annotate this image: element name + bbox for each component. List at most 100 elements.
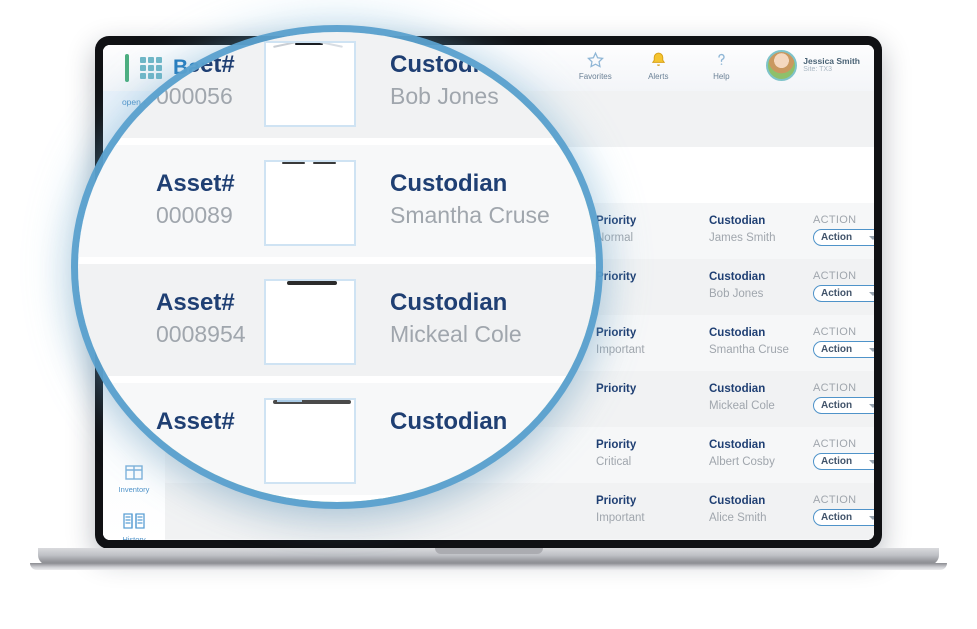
custodian-cell: Custodian Smantha Cruse: [709, 326, 789, 358]
chevron-down-icon: [869, 403, 874, 408]
action-label: ACTION: [813, 494, 857, 506]
asset-label: Asset#: [156, 289, 235, 316]
custodian-cell: Custodian Albert Cosby: [709, 438, 775, 470]
user-profile[interactable]: Jessica Smith Site: TX3: [761, 50, 860, 81]
asset-cell: Asset# 000056: [156, 49, 235, 114]
action-cell: ACTION Action: [813, 438, 874, 470]
action-dropdown-value: Action: [821, 512, 853, 523]
sidebar-label-history: History: [122, 535, 146, 540]
custodian-cell: Custodian Bob Jones: [709, 270, 765, 302]
custodian-label: Custodian: [390, 51, 508, 78]
asset-cell: Asset# 000089: [156, 168, 235, 233]
action-cell: ACTION Action: [813, 270, 874, 302]
asset-cell: Asset# 0008954: [156, 287, 246, 352]
magnified-row[interactable]: Asset# Custodian: [78, 383, 596, 495]
action-label: ACTION: [813, 326, 857, 338]
top-navigation: Favorites Alerts: [572, 50, 860, 81]
action-cell: ACTION Action: [813, 494, 874, 526]
priority-cell: Priority Critical: [596, 438, 636, 470]
priority-value: Normal: [596, 231, 634, 244]
custodian-label: Custodian: [709, 271, 766, 283]
custodian-label: Custodian: [709, 383, 766, 395]
sidebar-item-history[interactable]: History: [103, 509, 165, 540]
custodian-label: Custodian: [390, 408, 508, 435]
custodian-value: Bob Jones: [390, 83, 499, 110]
custodian-value: Smantha Cruse: [390, 202, 550, 229]
avatar: [766, 50, 798, 81]
priority-cell: Priority: [596, 270, 636, 286]
nav-item-alerts[interactable]: Alerts: [635, 50, 681, 81]
profile-subtitle: Site: TX3: [803, 66, 832, 74]
action-label: ACTION: [813, 438, 857, 450]
asset-thumbnail[interactable]: [264, 398, 356, 484]
asset-thumbnail[interactable]: [264, 160, 356, 246]
action-label: ACTION: [813, 270, 857, 282]
action-dropdown[interactable]: Action: [813, 285, 874, 302]
action-dropdown[interactable]: Action: [813, 509, 874, 526]
priority-label: Priority: [596, 495, 637, 507]
page-stage: Barc Favorites: [0, 0, 977, 629]
custodian-value: James Smith: [709, 231, 776, 244]
action-dropdown[interactable]: Action: [813, 397, 874, 414]
action-dropdown-value: Action: [821, 400, 853, 411]
custodian-label: Custodian: [709, 495, 766, 507]
action-cell: ACTION Action: [813, 382, 874, 414]
magnified-row[interactable]: Asset# 000089 Custodian Smantha Cruse: [78, 145, 596, 257]
magnified-row[interactable]: Asset# 000056 Custodian Bob Jones: [78, 32, 596, 138]
asset-thumbnail[interactable]: [264, 41, 356, 127]
question-mark-icon: [713, 50, 730, 69]
asset-value: 0008954: [156, 321, 246, 348]
custodian-label: Custodian: [709, 327, 766, 339]
custodian-cell: Custodian Mickeal Cole: [709, 382, 775, 414]
priority-label: Priority: [596, 215, 637, 227]
nav-label-help: Help: [713, 72, 730, 81]
profile-text: Jessica Smith Site: TX3: [803, 56, 860, 75]
action-dropdown[interactable]: Action: [813, 229, 874, 246]
priority-value: Important: [596, 343, 645, 356]
custodian-value: Bob Jones: [709, 287, 764, 300]
asset-thumbnail[interactable]: [264, 279, 356, 365]
asset-label: Asset#: [156, 408, 235, 435]
custodian-value: Mickeal Cole: [390, 321, 522, 348]
action-label: ACTION: [813, 382, 857, 394]
action-cell: ACTION Action: [813, 214, 874, 246]
chevron-down-icon: [869, 235, 874, 240]
table-row[interactable]: Asset# 000489 Custodian Stephany Albert …: [165, 539, 874, 540]
action-dropdown-value: Action: [821, 456, 853, 467]
action-cell: ACTION Action: [813, 326, 874, 358]
nav-item-help[interactable]: Help: [698, 50, 744, 81]
priority-label: Priority: [596, 439, 637, 451]
custodian-label: Custodian: [390, 289, 508, 316]
custodian-cell: Custodian Bob Jones: [390, 49, 507, 114]
custodian-cell: Custodian James Smith: [709, 214, 775, 246]
custodian-value: Smantha Cruse: [709, 343, 789, 356]
asset-value: 000056: [156, 83, 233, 110]
chevron-down-icon: [869, 459, 874, 464]
asset-label: Asset#: [156, 170, 235, 197]
action-dropdown-value: Action: [821, 344, 853, 355]
priority-value: Critical: [596, 455, 632, 468]
action-dropdown-value: Action: [821, 288, 853, 299]
custodian-value: Alice Smith: [709, 511, 767, 524]
action-dropdown[interactable]: Action: [813, 453, 874, 470]
asset-cell: Asset#: [156, 406, 235, 437]
action-dropdown[interactable]: Action: [813, 341, 874, 358]
custodian-value: Mickeal Cole: [709, 399, 775, 412]
custodian-cell: Custodian Alice Smith: [709, 494, 767, 526]
magnifier-content: Asset# 000056 Custodian Bob Jones Asset#…: [78, 32, 596, 502]
magnified-row[interactable]: Asset# 0008954 Custodian Mickeal Cole: [78, 264, 596, 376]
asset-value: 000089: [156, 202, 233, 229]
bell-icon: [650, 50, 667, 69]
priority-value: Important: [596, 511, 645, 524]
custodian-cell: Custodian Smantha Cruse: [390, 168, 550, 233]
chevron-down-icon: [869, 347, 874, 352]
priority-cell: Priority Important: [596, 494, 645, 526]
custodian-label: Custodian: [709, 439, 766, 451]
chevron-down-icon: [869, 515, 874, 520]
asset-label: Asset#: [156, 51, 235, 78]
priority-label: Priority: [596, 383, 637, 395]
action-dropdown-value: Action: [821, 232, 853, 243]
priority-label: Priority: [596, 327, 637, 339]
custodian-value: Albert Cosby: [709, 455, 775, 468]
custodian-cell: Custodian: [390, 406, 507, 437]
